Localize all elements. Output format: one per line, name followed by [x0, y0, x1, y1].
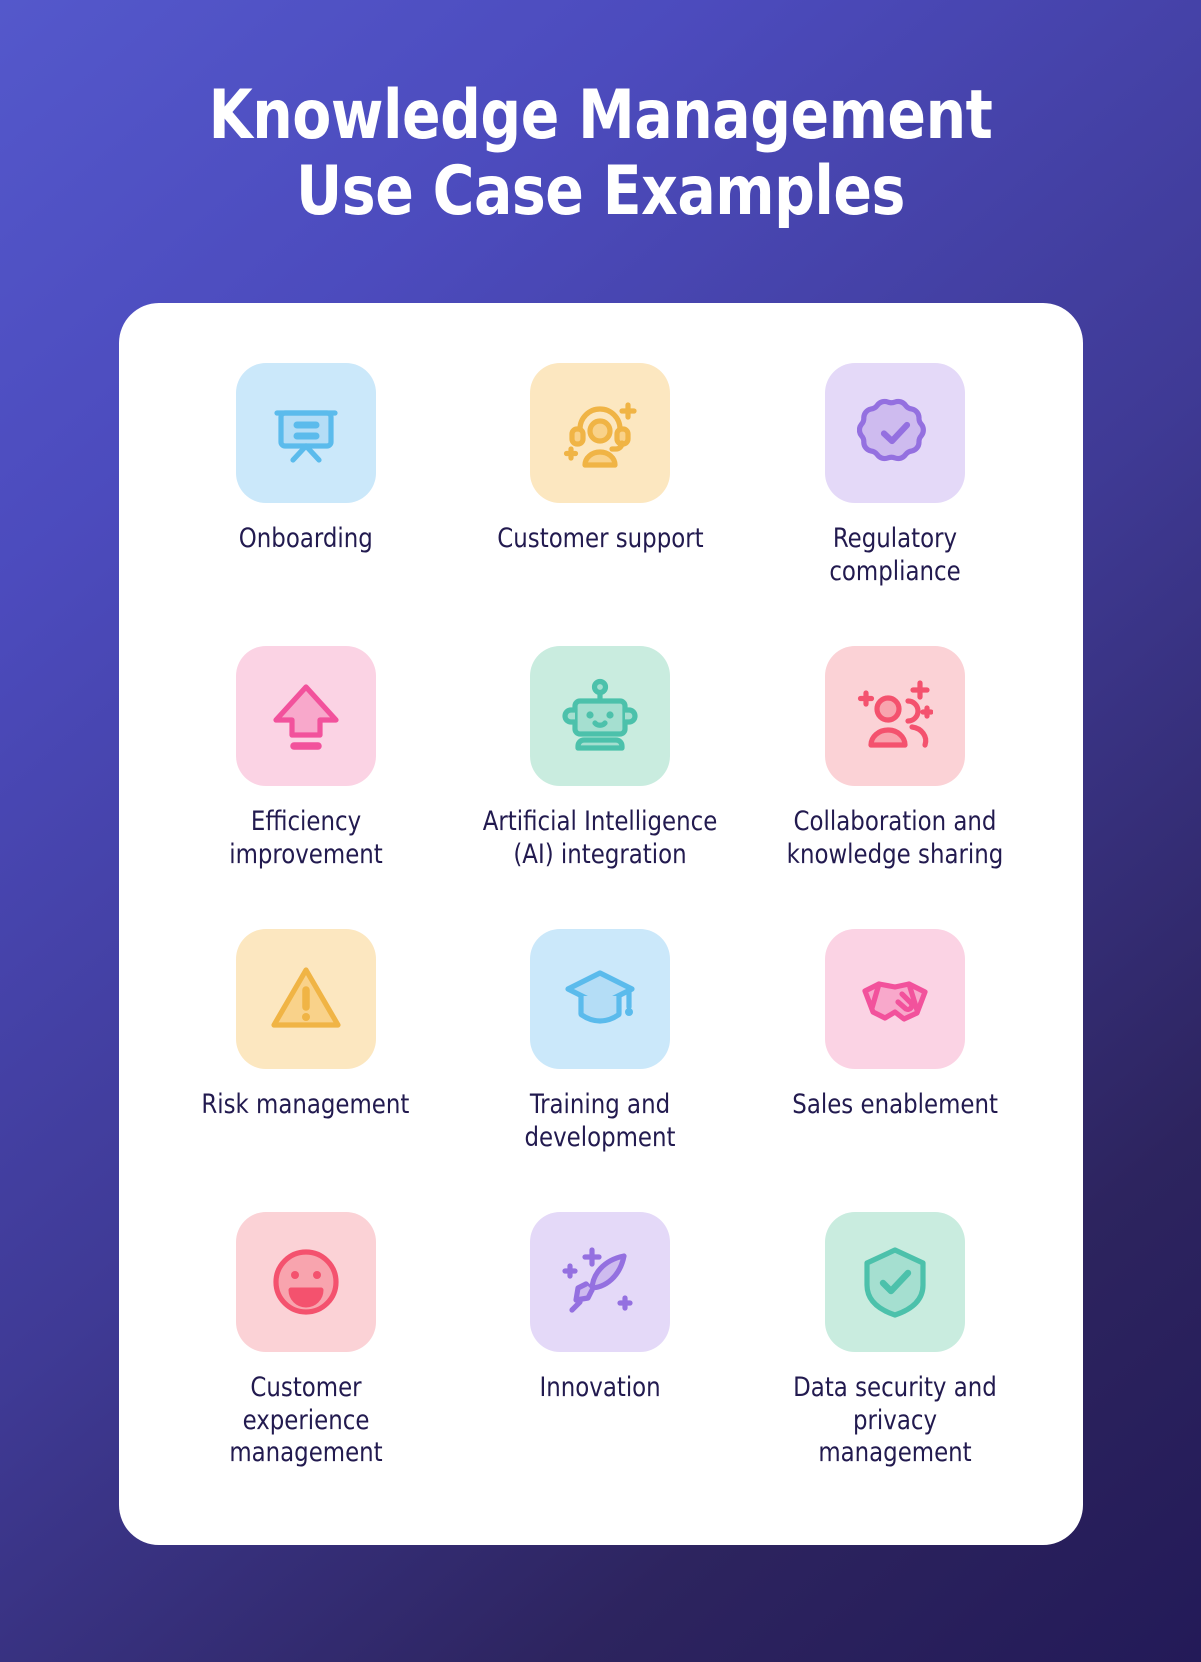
use-case-label: Innovation	[539, 1372, 662, 1404]
use-case-cell[interactable]: Risk management	[159, 921, 454, 1204]
rocket-sparkle-icon-tile[interactable]	[530, 1212, 671, 1353]
handshake-icon-tile[interactable]	[825, 929, 966, 1070]
title-line-2: Use Case Examples	[296, 152, 905, 232]
use-case-cell[interactable]: Customer experience management	[159, 1204, 454, 1487]
use-case-label: Customer support	[497, 523, 704, 555]
use-case-cell[interactable]: Customer support	[453, 355, 748, 638]
smiley-face-icon	[268, 1244, 344, 1320]
use-case-label: Onboarding	[238, 523, 373, 555]
graduation-cap-icon-tile[interactable]	[530, 929, 671, 1070]
upload-arrow-up-icon-tile[interactable]	[235, 646, 376, 787]
infographic-poster: Knowledge Management Use Case Examples O…	[0, 0, 1201, 1662]
use-case-label: Training and development	[524, 1089, 676, 1153]
use-case-label: Customer experience management	[229, 1372, 383, 1468]
use-case-grid: Onboarding Customer support Regulatory com…	[159, 355, 1043, 1487]
people-group-sparkle-icon-tile[interactable]	[825, 646, 966, 787]
smiley-face-icon-tile[interactable]	[235, 1212, 376, 1353]
page-title: Knowledge Management Use Case Examples	[0, 0, 1201, 230]
handshake-icon	[857, 961, 933, 1037]
upload-arrow-up-icon	[268, 678, 344, 754]
use-case-label: Artificial Intelligence (AI) integration	[483, 806, 718, 870]
people-group-sparkle-icon	[857, 678, 934, 754]
use-case-cell[interactable]: Artificial Intelligence (AI) integration	[453, 638, 748, 921]
robot-head-icon-tile[interactable]	[530, 646, 671, 787]
presentation-board-icon-tile[interactable]	[235, 363, 376, 504]
presentation-board-icon	[268, 395, 344, 471]
warning-triangle-icon	[268, 961, 344, 1037]
use-case-label: Risk management	[201, 1089, 410, 1121]
use-case-label: Data security and privacy management	[793, 1372, 997, 1468]
verified-badge-check-icon-tile[interactable]	[825, 363, 966, 504]
warning-triangle-icon-tile[interactable]	[235, 929, 376, 1070]
use-case-cell[interactable]: Data security and privacy management	[748, 1204, 1043, 1487]
robot-head-icon	[562, 678, 639, 754]
verified-badge-check-icon	[857, 395, 933, 471]
use-case-cell[interactable]: Regulatory compliance	[748, 355, 1043, 638]
support-agent-headset-icon-tile[interactable]	[530, 363, 671, 504]
use-case-cell[interactable]: Efficiency improvement	[159, 638, 454, 921]
support-agent-headset-icon	[562, 395, 638, 471]
use-case-label: Regulatory compliance	[829, 523, 961, 587]
title-line-1: Knowledge Management	[208, 76, 993, 155]
use-case-cell[interactable]: Innovation	[453, 1204, 748, 1487]
graduation-cap-icon	[562, 961, 638, 1037]
use-case-cell[interactable]: Sales enablement	[748, 921, 1043, 1204]
use-case-label: Sales enablement	[792, 1089, 998, 1121]
use-case-label: Efficiency improvement	[229, 806, 383, 870]
use-case-cell[interactable]: Onboarding	[159, 355, 454, 638]
shield-check-icon-tile[interactable]	[825, 1212, 966, 1353]
rocket-sparkle-icon	[562, 1244, 638, 1320]
shield-check-icon	[857, 1244, 933, 1320]
use-case-label: Collaboration and knowledge sharing	[786, 806, 1004, 870]
use-case-cell[interactable]: Collaboration and knowledge sharing	[748, 638, 1043, 921]
use-case-card: Onboarding Customer support Regulatory com…	[118, 303, 1083, 1546]
use-case-cell[interactable]: Training and development	[453, 921, 748, 1204]
